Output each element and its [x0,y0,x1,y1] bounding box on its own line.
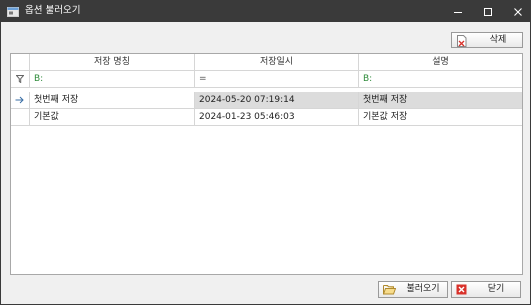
column-header-saved-at[interactable]: 저장일시 [195,54,359,71]
cell-description[interactable]: 기본값 저장 [359,109,522,126]
column-header-description[interactable]: 설명 [359,54,522,71]
window-icon [7,7,19,17]
delete-button[interactable]: 삭제 [451,32,523,48]
grid-filter-row: B: = B: [11,71,522,88]
funnel-icon [16,75,24,83]
arrow-right-icon [15,96,24,104]
cell-saved-at[interactable]: 2024-05-20 07:19:14 [195,92,359,109]
filter-cell-description[interactable]: B: [359,71,522,88]
filter-cell-saved-at[interactable]: = [195,71,359,88]
row-indicator-cell [11,109,30,126]
filter-operator-name: B: [34,74,44,84]
cell-name[interactable]: 기본값 [30,109,195,126]
minimize-icon [453,11,462,13]
maximize-button[interactable] [471,1,504,22]
load-button[interactable]: 불러오기 [378,281,448,298]
header-corner [11,54,30,71]
close-button[interactable]: 닫기 [451,281,521,298]
delete-button-label: 삭제 [489,35,507,45]
close-icon [513,7,522,16]
load-button-label: 불러오기 [406,284,440,294]
cell-name[interactable]: 첫번째 저장 [30,92,195,109]
saved-options-grid: 저장 명칭 저장일시 설명 B: = B: 첫번째 저장 2024-05-20 … [10,53,523,275]
window-close-button[interactable] [501,1,531,22]
row-indicator-cell [11,92,30,109]
maximize-icon [483,7,492,16]
window-title: 옵션 불러오기 [25,5,81,16]
table-row[interactable]: 첫번째 저장 2024-05-20 07:19:14 첫번째 저장 [11,92,522,109]
title-bar[interactable]: 옵션 불러오기 [1,1,530,22]
table-row[interactable]: 기본값 2024-01-23 05:46:03 기본값 저장 [11,109,522,126]
filter-row-header [11,71,30,88]
close-button-label: 닫기 [487,284,505,294]
options-load-dialog: 옵션 불러오기 삭제 저장 명칭 저장일시 설명 B: = B: 첫번째 저장 … [0,0,531,305]
document-delete-icon [457,35,467,47]
red-x-icon [456,284,467,295]
cell-saved-at[interactable]: 2024-01-23 05:46:03 [195,109,359,126]
column-header-name[interactable]: 저장 명칭 [30,54,195,71]
filter-cell-name[interactable]: B: [30,71,195,88]
folder-open-icon [383,285,396,295]
minimize-button[interactable] [441,1,474,22]
filter-operator-description: B: [363,74,373,84]
filter-operator-saved-at: = [199,74,207,84]
grid-header-row: 저장 명칭 저장일시 설명 [11,54,522,71]
cell-description[interactable]: 첫번째 저장 [359,92,522,109]
